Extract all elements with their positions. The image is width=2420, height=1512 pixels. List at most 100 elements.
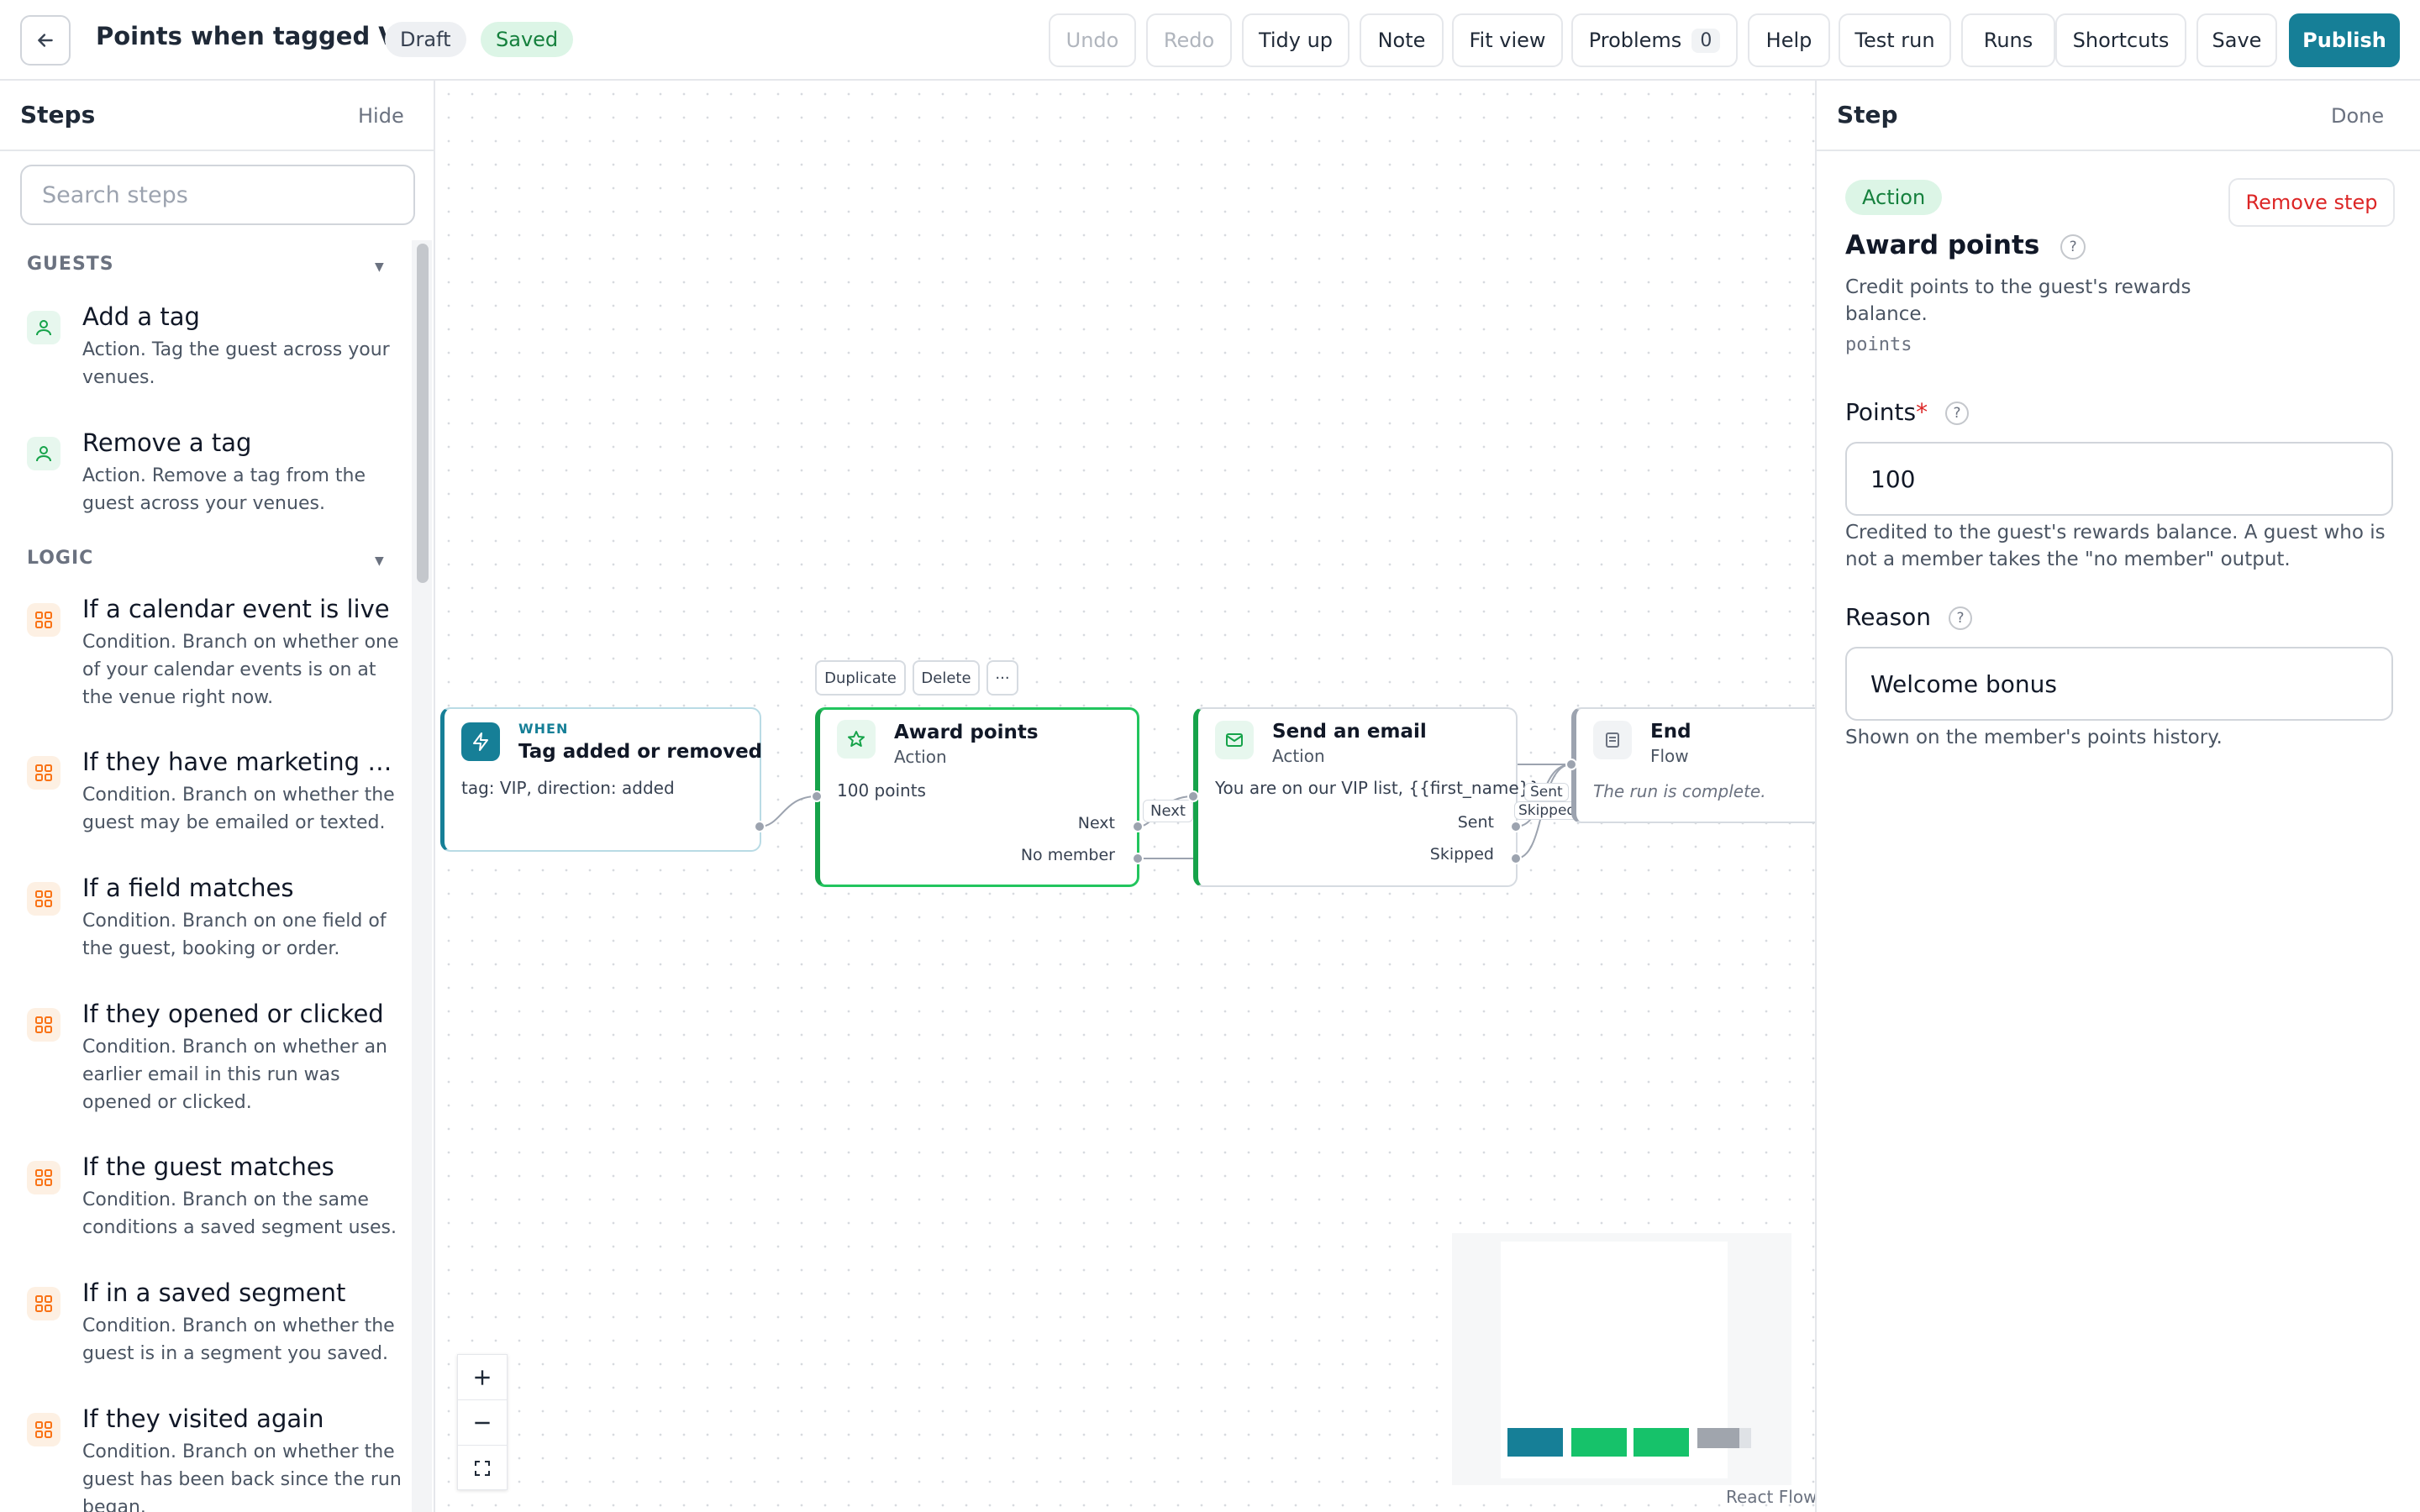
end-body: The run is complete. (1593, 781, 1766, 801)
help-icon[interactable]: ? (2060, 234, 2086, 260)
reason-help-text: Shown on the member's points history. (1845, 727, 2223, 748)
problems-button[interactable]: Problems 0 (1571, 13, 1738, 67)
chevron-down-icon[interactable]: ▼ (375, 260, 384, 274)
problems-count: 0 (1691, 28, 1721, 53)
edge-label-sent[interactable]: Sent (1524, 783, 1569, 801)
end-node[interactable]: End Flow The run is complete. (1571, 707, 1815, 823)
remove-step-button[interactable]: Remove step (2228, 178, 2395, 227)
trigger-body: tag: VIP, direction: added (461, 778, 675, 798)
chevron-down-icon[interactable]: ▼ (375, 554, 384, 568)
step-item-calendar-event[interactable]: If a calendar event is live Condition. B… (27, 595, 399, 746)
step-item-name: If they opened or clicked (82, 1000, 384, 1028)
saved-badge: Saved (481, 22, 574, 57)
input-handle[interactable] (1565, 759, 1577, 770)
points-field-label: Points* ? (1845, 398, 1970, 426)
points-label: Points (1845, 398, 1917, 426)
runs-button[interactable]: Runs (1961, 13, 2055, 67)
back-button[interactable] (20, 15, 71, 66)
star-icon (837, 720, 876, 759)
help-icon[interactable]: ? (1945, 402, 1970, 425)
output-handle-sent[interactable] (1510, 821, 1522, 832)
step-panel-title: Step (1837, 101, 1898, 129)
reason-field-label: Reason ? (1845, 603, 1972, 631)
award-type: Action (894, 747, 947, 767)
hide-steps-button[interactable]: Hide (358, 104, 404, 128)
award-points-node[interactable]: Award points Action 100 points Next No m… (815, 707, 1139, 887)
zoom-controls (457, 1354, 508, 1490)
save-button[interactable]: Save (2196, 13, 2277, 67)
step-item-field-matches[interactable]: If a field matches Condition. Branch on … (27, 874, 387, 1000)
step-item-desc: Action. Remove a tag from the guest acro… (82, 465, 366, 514)
edge-label-next[interactable]: Next (1143, 800, 1193, 822)
minus-icon (475, 1421, 490, 1424)
group-logic-heading[interactable]: LOGIC (27, 548, 93, 569)
send-email-node[interactable]: Send an email Action You are on our VIP … (1193, 707, 1540, 887)
help-button[interactable]: Help (1748, 13, 1830, 67)
fit-view-button[interactable]: Fit view (1452, 13, 1563, 67)
draft-badge: Draft (385, 22, 466, 57)
output-label-next: Next (1077, 814, 1115, 832)
output-label-sent: Sent (1457, 813, 1494, 832)
step-item-add-tag[interactable]: Add a tag Action. Tag the guest across y… (27, 302, 390, 428)
output-handle-next[interactable] (1132, 821, 1144, 832)
redo-button[interactable]: Redo (1146, 13, 1232, 67)
divider (1817, 150, 2420, 151)
output-handle-no-member[interactable] (1132, 853, 1144, 864)
required-marker: * (1916, 398, 1928, 426)
done-button[interactable]: Done (2331, 104, 2384, 128)
step-item-visited-again[interactable]: If they visited again Condition. Branch … (27, 1404, 402, 1512)
step-item-marketing-consent[interactable]: If they have marketing co... Condition. … (27, 748, 402, 874)
delete-node-button[interactable]: Delete (913, 660, 980, 696)
zoom-in-button[interactable] (458, 1355, 507, 1400)
undo-button[interactable]: Undo (1049, 13, 1136, 67)
tidy-up-button[interactable]: Tidy up (1242, 13, 1349, 67)
reason-input[interactable]: Welcome bonus (1845, 647, 2393, 721)
step-item-saved-segment[interactable]: If in a saved segment Condition. Branch … (27, 1278, 395, 1404)
problems-label: Problems (1588, 29, 1682, 52)
shortcuts-button[interactable]: Shortcuts (2055, 13, 2186, 67)
step-item-guest-matches[interactable]: If the guest matches Condition. Branch o… (27, 1152, 397, 1278)
note-button[interactable]: Note (1360, 13, 1444, 67)
group-guests-heading[interactable]: GUESTS (27, 254, 114, 275)
duplicate-node-button[interactable]: Duplicate (815, 660, 906, 696)
output-handle[interactable] (754, 821, 765, 832)
test-run-button[interactable]: Test run (1839, 13, 1951, 67)
edge-label-skipped[interactable]: Skipped (1514, 801, 1581, 820)
input-handle[interactable] (1187, 790, 1199, 802)
step-item-desc: Condition. Branch on whether one of your… (82, 632, 399, 708)
help-icon[interactable]: ? (1948, 606, 1972, 630)
reason-label: Reason (1845, 603, 1932, 631)
trigger-title: Tag added or removed (518, 741, 763, 763)
step-name-heading: Award points ? (1845, 230, 2086, 260)
user-icon (27, 311, 60, 344)
grid-icon (27, 1008, 60, 1042)
minimap-node (1697, 1428, 1739, 1448)
flow-canvas[interactable]: WHEN Tag added or removed tag: VIP, dire… (437, 82, 1815, 1512)
plus-icon (475, 1369, 490, 1385)
trigger-kicker: WHEN (518, 721, 569, 737)
workflow-title: Points when tagged VIP (96, 22, 424, 50)
search-steps-input[interactable]: Search steps (20, 165, 415, 225)
bolt-icon (461, 722, 500, 761)
top-bar: Points when tagged VIP Draft Saved Undo … (0, 0, 2420, 81)
scrollbar-thumb[interactable] (417, 244, 429, 583)
points-input[interactable]: 100 (1845, 442, 2393, 516)
step-name: Award points (1845, 230, 2040, 260)
zoom-out-button[interactable] (458, 1400, 507, 1446)
output-handle-skipped[interactable] (1510, 853, 1522, 864)
react-flow-attribution[interactable]: React Flow (1726, 1487, 1815, 1507)
step-item-remove-tag[interactable]: Remove a tag Action. Remove a tag from t… (27, 428, 380, 554)
award-title: Award points (894, 722, 1039, 743)
fit-view-control[interactable] (458, 1446, 507, 1491)
minimap[interactable] (1452, 1233, 1791, 1485)
trigger-node[interactable]: WHEN Tag added or removed tag: VIP, dire… (440, 707, 763, 852)
publish-button[interactable]: Publish (2289, 13, 2400, 67)
edge-trigger-award (759, 795, 818, 827)
more-options-button[interactable]: ··· (986, 660, 1018, 696)
points-help-text: Credited to the guest's rewards balance.… (1845, 522, 2386, 570)
step-item-name: If a calendar event is live (82, 595, 390, 623)
minimap-node (1634, 1428, 1689, 1457)
step-item-opened-clicked[interactable]: If they opened or clicked Condition. Bra… (27, 1000, 387, 1151)
input-handle[interactable] (811, 790, 823, 802)
end-title: End (1650, 721, 1691, 743)
